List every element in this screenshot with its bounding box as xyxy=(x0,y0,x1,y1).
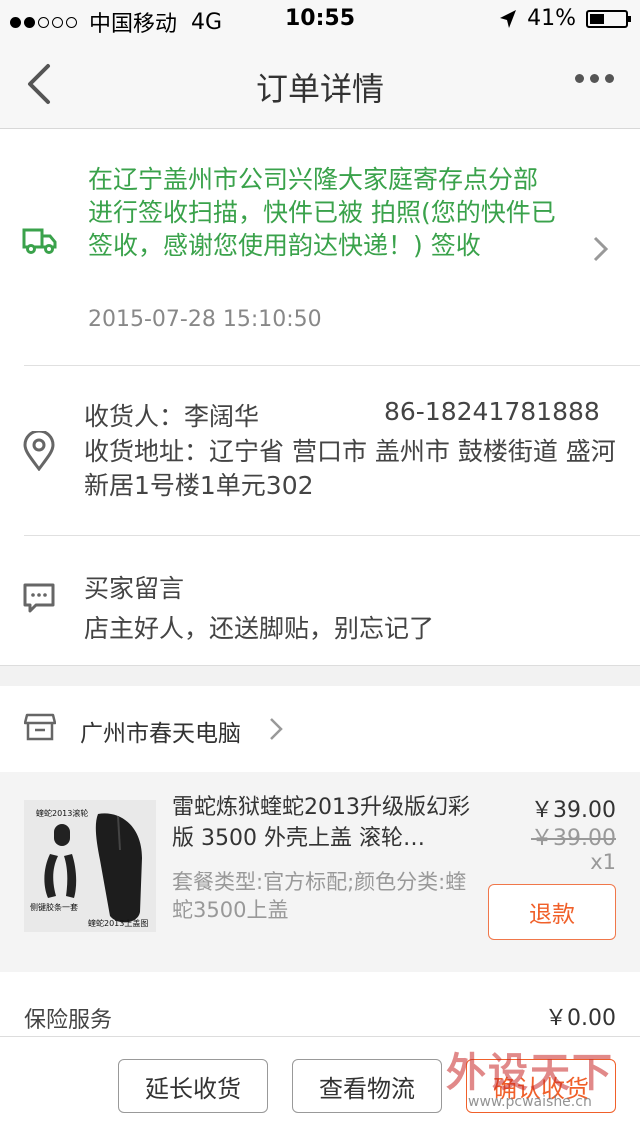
receiver-phone: 86-18241781888 xyxy=(384,397,600,426)
location-arrow-icon xyxy=(500,9,517,28)
shop-name: 广州市春天电脑 xyxy=(80,721,241,747)
logistics-status-text: 在辽宁盖州市公司兴隆大家庭寄存点分部进行签收扫描，快件已被 拍照(您的快件已签收… xyxy=(88,165,556,260)
chevron-right-icon xyxy=(270,718,283,740)
refund-button[interactable]: 退款 xyxy=(488,884,616,940)
confirm-receipt-button[interactable]: 确认收货 xyxy=(466,1059,616,1113)
product-original-price: ￥39.00 xyxy=(531,826,616,851)
order-info-card: 在辽宁盖州市公司兴隆大家庭寄存点分部进行签收扫描，快件已被 拍照(您的快件已签收… xyxy=(0,129,640,666)
product-quantity: x1 xyxy=(590,850,616,874)
nav-bar: 订单详情 xyxy=(0,40,640,129)
thumb-label: 蝰蛇2013滚轮 xyxy=(36,808,88,818)
more-icon[interactable] xyxy=(575,74,614,83)
product-sku: 套餐类型:官方标配;颜色分类:蝰蛇3500上盖 xyxy=(172,870,467,922)
location-pin-icon xyxy=(23,431,55,471)
truck-icon xyxy=(22,228,57,254)
logistics-time: 2015-07-28 15:10:50 xyxy=(88,307,322,332)
mouse-image: 蝰蛇2013滚轮 侧键胶条一套 蝰蛇2013上盖图 xyxy=(24,800,156,932)
view-logistics-button[interactable]: 查看物流 xyxy=(292,1059,442,1113)
buyer-message-title: 买家留言 xyxy=(84,574,185,603)
product-thumbnail: 蝰蛇2013滚轮 侧键胶条一套 蝰蛇2013上盖图 xyxy=(24,800,156,932)
receiver-address: 收货地址：辽宁省 营口市 盖州市 鼓楼街道 盛河新居1号楼1单元302 xyxy=(84,437,616,500)
chevron-right-icon xyxy=(593,236,609,262)
status-right: 41% xyxy=(499,6,631,31)
bottom-action-bar: 延长收货 查看物流 确认收货 xyxy=(0,1036,640,1137)
battery-percent: 41% xyxy=(527,6,576,31)
thumb-label: 侧键胶条一套 xyxy=(30,902,78,912)
insurance-label: 保险服务 xyxy=(24,1008,113,1033)
page-title: 订单详情 xyxy=(255,70,384,108)
thumb-label: 蝰蛇2013上盖图 xyxy=(88,918,148,928)
shop-row[interactable]: 广州市春天电脑 xyxy=(0,686,640,772)
logistics-row[interactable]: 在辽宁盖州市公司兴隆大家庭寄存点分部进行签收扫描，快件已被 拍照(您的快件已签收… xyxy=(0,129,640,365)
buyer-message-text: 店主好人，还送脚贴，别忘记了 xyxy=(84,614,435,643)
product-title: 雷蛇炼狱蝰蛇2013升级版幻彩版 3500 外壳上盖 滚轮… xyxy=(172,795,470,851)
battery-icon xyxy=(586,9,631,28)
divider xyxy=(24,535,640,536)
status-bar: 中国移动 4G 10:55 41% xyxy=(0,0,640,40)
divider xyxy=(24,365,640,366)
extend-receipt-button[interactable]: 延长收货 xyxy=(118,1059,268,1113)
product-item[interactable]: 蝰蛇2013滚轮 侧键胶条一套 蝰蛇2013上盖图 雷蛇炼狱蝰蛇2013升级版幻… xyxy=(0,772,640,972)
receiver-name: 收货人：李阔华 xyxy=(84,402,260,431)
chat-bubble-icon xyxy=(23,583,55,613)
store-icon xyxy=(24,713,56,741)
